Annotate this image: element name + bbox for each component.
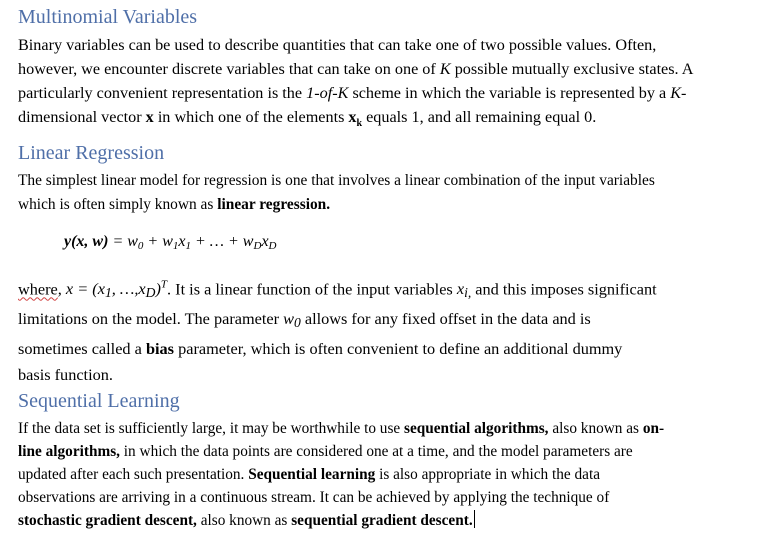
- heading-multinomial-variables: Multinomial Variables: [18, 6, 198, 28]
- heading-sequential-learning: Sequential Learning: [18, 390, 180, 412]
- heading-linear-regression: Linear Regression: [18, 142, 165, 164]
- text-line: sometimes called a bias parameter, which…: [18, 339, 623, 359]
- text-line: The simplest linear model for regression…: [18, 172, 655, 189]
- paragraph-sequential: If the data set is sufficiently large, i…: [18, 417, 768, 532]
- paragraph-linear-intro: The simplest linear model for regression…: [18, 169, 768, 217]
- text-line: basis function.: [18, 365, 113, 385]
- paragraph-multinomial: Binary variables can be used to describe…: [18, 33, 768, 136]
- text-line: Binary variables can be used to describe…: [18, 36, 657, 54]
- text-line: which is often simply known as linear re…: [18, 196, 331, 213]
- text-line: If the data set is sufficiently large, i…: [18, 420, 665, 437]
- text-line: however, we encounter discrete variables…: [18, 60, 694, 78]
- text-line: where, x = (x1, …,xD)T. It is a linear f…: [18, 279, 657, 301]
- text-line: updated after each such presentation. Se…: [18, 466, 600, 483]
- text-line: observations are arriving in a continuou…: [18, 489, 610, 506]
- linear-model-equation: y(x, w) = w0 + w1x1 + … + wDxD: [64, 233, 277, 252]
- text-line: dimensional vector x in which one of the…: [18, 108, 597, 130]
- text-line: limitations on the model. The parameter …: [18, 309, 591, 331]
- text-line: stochastic gradient descent, also known …: [18, 510, 475, 529]
- text-line: particularly convenient representation i…: [18, 84, 687, 102]
- document-page[interactable]: Multinomial Variables Binary variables c…: [0, 0, 776, 544]
- paragraph-linear-details: where, x = (x1, …,xD)T. It is a linear f…: [18, 272, 768, 388]
- text-line: line algorithms, in which the data point…: [18, 443, 633, 460]
- text-cursor: [473, 510, 475, 528]
